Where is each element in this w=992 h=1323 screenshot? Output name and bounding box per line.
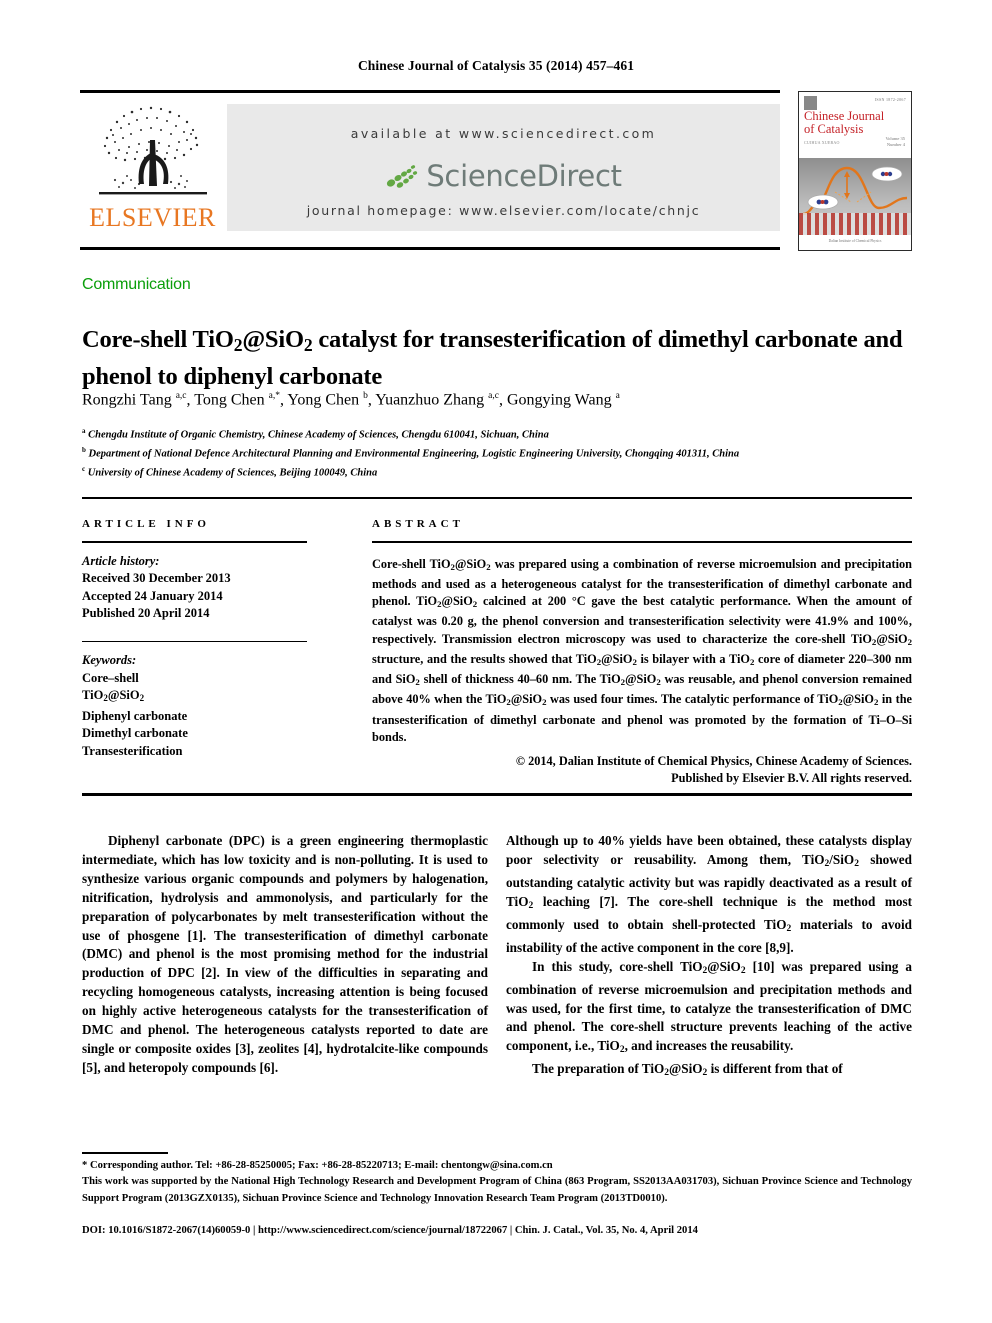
affiliation-text: Chengdu Institute of Organic Chemistry, … bbox=[88, 429, 549, 441]
journal-masthead: ELSEVIER available at www.sciencedirect.… bbox=[80, 90, 912, 251]
cover-subtitle: CUIHUA XUEBAO bbox=[804, 140, 840, 145]
running-head: Chinese Journal of Catalysis 35 (2014) 4… bbox=[357, 58, 635, 73]
history-accepted: Accepted 24 January 2014 bbox=[82, 588, 223, 603]
body-paragraph: In this study, core-shell TiO2@SiO2 [10]… bbox=[506, 958, 912, 1056]
journal-article-page: Chinese Journal of Catalysis 35 (2014) 4… bbox=[0, 0, 992, 1323]
body-column-right: Although up to 40% yields have been obta… bbox=[506, 832, 912, 1083]
body-paragraph: The preparation of TiO2@SiO2 is differen… bbox=[532, 1061, 843, 1079]
footnote-rule bbox=[82, 1152, 168, 1154]
abstract-divider bbox=[372, 541, 912, 543]
body-paragraph: Diphenyl carbonate (DPC) is a green engi… bbox=[82, 833, 488, 1075]
body-paragraph: Although up to 40% yields have been obta… bbox=[506, 833, 912, 955]
affiliation-item: a Chengdu Institute of Organic Chemistry… bbox=[82, 427, 549, 441]
journal-cover-thumbnail: ISSN 1872-2067 Chinese Journal of Cataly… bbox=[798, 91, 912, 251]
affiliation-text: Department of National Defence Architect… bbox=[88, 448, 740, 460]
abstract-bottom-rule bbox=[82, 793, 912, 796]
article-info-column: ARTICLE INFO Article history: Received 3… bbox=[82, 518, 307, 760]
history-published: Published 20 April 2014 bbox=[82, 606, 210, 621]
sciencedirect-panel: available at www.sciencedirect.com Scien… bbox=[227, 104, 780, 231]
cover-issn: ISSN 1872-2067 bbox=[874, 97, 906, 102]
sciencedirect-logo: ScienceDirect bbox=[227, 156, 780, 196]
affiliation-text: University of Chinese Academy of Science… bbox=[87, 467, 378, 479]
cover-top-panel: ISSN 1872-2067 Chinese Journal of Cataly… bbox=[799, 92, 911, 158]
affiliation-list: a Chengdu Institute of Organic Chemistry… bbox=[82, 424, 912, 481]
page-title: Core-shell TiO2@SiO2 catalyst for transe… bbox=[82, 326, 903, 391]
elsevier-tree-icon bbox=[98, 106, 207, 195]
cover-elsevier-mark-icon bbox=[804, 96, 817, 110]
keyword-item: Transesterification bbox=[82, 743, 183, 758]
author-list: Rongzhi Tang a,c, Tong Chen a,*, Yong Ch… bbox=[82, 391, 620, 409]
keywords-label: Keywords: bbox=[82, 653, 137, 668]
history-received: Received 30 December 2013 bbox=[82, 571, 231, 586]
cover-journal-title: Chinese Journal of Catalysis bbox=[804, 110, 884, 136]
elsevier-wordmark: ELSEVIER bbox=[89, 203, 216, 232]
abstract-copyright-line: © 2014, Dalian Institute of Chemical Phy… bbox=[515, 754, 912, 769]
masthead-bottom-rule bbox=[80, 247, 780, 250]
cover-volume: Volume 35 Number 4 bbox=[885, 136, 905, 147]
corresponding-author-note: * Corresponding author. Tel: +86-28-8525… bbox=[82, 1160, 553, 1171]
affiliation-item: b Department of National Defence Archite… bbox=[82, 446, 740, 460]
abstract-publisher-line: Published by Elsevier B.V. All rights re… bbox=[671, 771, 912, 786]
journal-homepage-text: journal homepage: www.elsevier.com/locat… bbox=[306, 203, 701, 218]
funding-note: This work was supported by the National … bbox=[82, 1176, 912, 1204]
cover-title-line1: Chinese Journal bbox=[804, 109, 885, 123]
cover-footer-text: Dalian Institute of Chemical Physics bbox=[799, 235, 911, 250]
elsevier-logo: ELSEVIER bbox=[84, 98, 221, 238]
cover-title-line2: of Catalysis bbox=[804, 122, 864, 136]
available-at-text: available at www.sciencedirect.com bbox=[350, 126, 657, 141]
abstract-heading: ABSTRACT bbox=[372, 518, 464, 530]
keyword-item: Dimethyl carbonate bbox=[82, 726, 188, 741]
abstract-text: Core-shell TiO2@SiO2 was prepared using … bbox=[372, 556, 913, 744]
article-info-heading: ARTICLE INFO bbox=[82, 518, 210, 530]
affiliation-item: c University of Chinese Academy of Scien… bbox=[82, 465, 378, 479]
keyword-item: Diphenyl carbonate bbox=[82, 708, 188, 723]
article-type-label: Communication bbox=[82, 276, 191, 293]
abstract-column: ABSTRACT Core-shell TiO2@SiO2 was prepar… bbox=[372, 518, 912, 788]
cover-artwork bbox=[799, 158, 911, 235]
keywords-divider bbox=[82, 640, 307, 643]
body-column-left: Diphenyl carbonate (DPC) is a green engi… bbox=[82, 832, 488, 1078]
info-section-top-rule bbox=[82, 497, 912, 499]
masthead-top-rule bbox=[80, 90, 780, 93]
article-history-label: Article history: bbox=[82, 553, 160, 568]
sciencedirect-leaf-icon bbox=[387, 165, 418, 188]
doi-line: DOI: 10.1016/S1872-2067(14)60059-0 | htt… bbox=[82, 1225, 698, 1236]
sciencedirect-wordmark: ScienceDirect bbox=[426, 159, 622, 193]
article-info-divider bbox=[82, 541, 307, 543]
keyword-item: Core–shell bbox=[82, 670, 139, 685]
cover-lattice-graphic bbox=[799, 213, 911, 235]
keyword-item: TiO2@SiO2 bbox=[82, 688, 145, 704]
footnote-block: * Corresponding author. Tel: +86-28-8525… bbox=[82, 1158, 912, 1207]
